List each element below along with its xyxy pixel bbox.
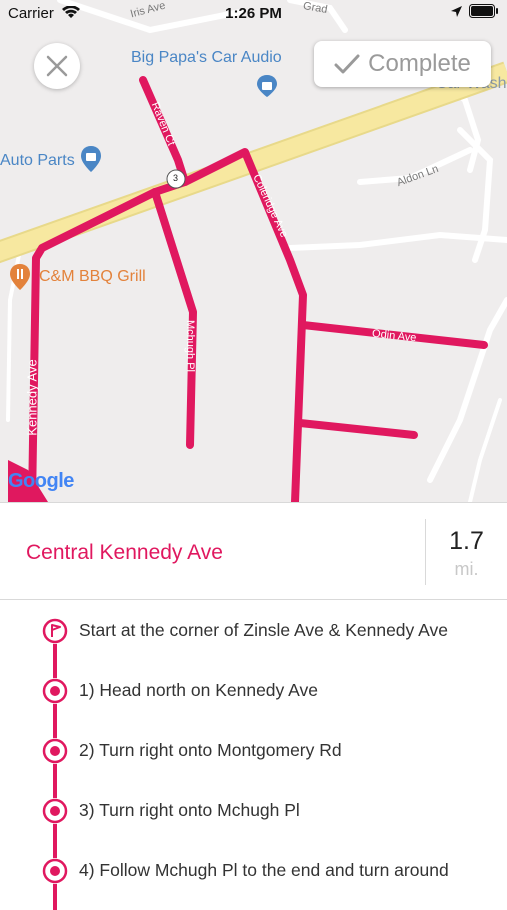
place-label-auto-parts: Auto Parts — [0, 152, 75, 169]
route-header: Central Kennedy Ave 1.7 mi. — [0, 502, 507, 600]
step-dot-icon — [42, 858, 68, 884]
start-flag-icon — [42, 618, 68, 644]
road-southeast — [427, 297, 507, 483]
direction-step-1[interactable]: 1) Head north on Kennedy Ave — [0, 670, 507, 710]
location-arrow-icon — [451, 5, 462, 17]
close-button[interactable] — [34, 43, 80, 89]
place-auto-parts[interactable]: Auto Parts — [0, 146, 101, 172]
status-right — [450, 4, 499, 18]
step-dot-icon — [42, 798, 68, 824]
direction-text: 3) Turn right onto Mchugh Pl — [79, 800, 300, 820]
checkmark-icon — [334, 54, 360, 74]
status-bar: Carrier 1:26 PM — [0, 0, 507, 28]
place-label-car-audio: Big Papa's Car Audio — [131, 49, 282, 66]
place-label-bbq: C&M BBQ Grill — [39, 268, 146, 285]
place-bbq-grill[interactable]: C&M BBQ Grill — [10, 264, 146, 290]
place-car-audio[interactable]: Big Papa's Car Audio — [131, 49, 282, 97]
road-southeast-2 — [468, 398, 502, 502]
route-distance-value: 1.7 — [449, 527, 484, 555]
google-logo-text: Google — [8, 470, 74, 492]
step-dot-icon — [42, 738, 68, 764]
shopping-bag-icon — [257, 75, 277, 97]
direction-text: 4) Follow Mchugh Pl to the end and turn … — [79, 860, 449, 880]
battery-icon — [469, 4, 498, 18]
route-path — [28, 76, 488, 502]
road-label-mchugh: Mchugh Pl — [183, 320, 196, 372]
route-name: Central Kennedy Ave — [26, 541, 223, 564]
close-icon — [46, 55, 68, 77]
route-shield-number: 3 — [173, 173, 179, 183]
route-mchugh — [151, 188, 197, 449]
google-attribution: Google — [8, 470, 74, 493]
direction-text: 2) Turn right onto Montgomery Rd — [79, 740, 342, 760]
road-label-kennedy: Kennedy Ave — [24, 359, 40, 436]
road-east-connector — [287, 231, 507, 251]
directions-list[interactable]: Start at the corner of Zinsle Ave & Kenn… — [0, 600, 507, 910]
complete-button[interactable]: Complete — [314, 41, 491, 87]
direction-step-start[interactable]: Start at the corner of Zinsle Ave & Kenn… — [0, 610, 507, 650]
direction-step-2[interactable]: 2) Turn right onto Montgomery Rd — [0, 730, 507, 770]
direction-step-3[interactable]: 3) Turn right onto Mchugh Pl — [0, 790, 507, 830]
direction-text: Start at the corner of Zinsle Ave & Kenn… — [79, 620, 449, 640]
direction-text: 1) Head north on Kennedy Ave — [79, 680, 319, 700]
shopping-bag-icon — [81, 146, 101, 172]
direction-step-4[interactable]: 4) Follow Mchugh Pl to the end and turn … — [0, 850, 507, 890]
complete-button-label: Complete — [368, 50, 471, 77]
status-time: 1:26 PM — [225, 5, 282, 22]
step-dot-icon — [42, 678, 68, 704]
restaurant-icon — [10, 264, 30, 290]
route-distance-unit: mi. — [454, 559, 479, 579]
route-south-spur — [296, 419, 418, 439]
